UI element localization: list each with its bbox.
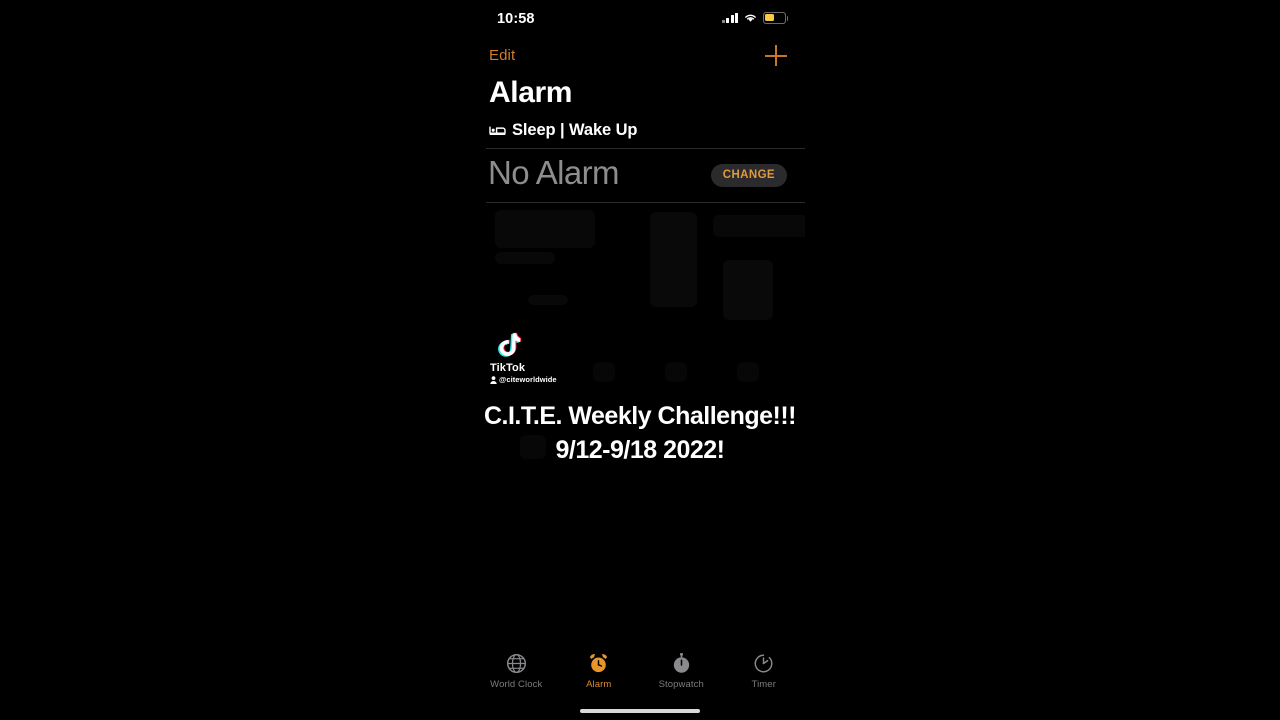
ghost-shape	[737, 362, 759, 382]
tiktok-handle-label: @citeworldwide	[499, 375, 557, 384]
ghost-shape	[495, 252, 555, 264]
ghost-shape	[665, 362, 687, 382]
ghost-shape	[528, 295, 568, 305]
bed-icon	[489, 126, 506, 135]
person-icon	[490, 375, 497, 384]
no-alarm-value: No Alarm	[488, 154, 620, 191]
alarm-clock-icon	[590, 654, 608, 673]
ghost-shape	[495, 210, 595, 248]
tab-stopwatch[interactable]: Stopwatch	[643, 652, 719, 690]
cellular-signal-icon	[721, 12, 738, 24]
home-indicator[interactable]	[580, 708, 700, 713]
stopwatch-icon	[673, 653, 689, 673]
caption-line-1: C.I.T.E. Weekly Challenge!!!	[483, 402, 797, 430]
edit-button[interactable]: Edit	[489, 47, 515, 64]
ghost-shape	[723, 260, 773, 320]
wifi-icon	[745, 14, 756, 22]
tab-label: Stopwatch	[658, 679, 704, 690]
phone-screen: 10:58 Edit Alarm Sleep | Wake Up No Alar…	[475, 0, 805, 720]
tab-label: Timer	[751, 679, 776, 690]
ghost-shape	[593, 362, 615, 382]
sleep-wake-label: Sleep | Wake Up	[512, 121, 638, 139]
caption-line-2: 9/12-9/18 2022!	[555, 435, 725, 464]
status-bar: 10:58	[475, 0, 805, 40]
screen-root: 10:58 Edit Alarm Sleep | Wake Up No Alar…	[0, 0, 1280, 720]
timer-icon	[754, 654, 773, 673]
tiktok-handle: @citeworldwide	[488, 375, 568, 384]
status-bar-time: 10:58	[497, 11, 535, 27]
nav-bar: Edit	[475, 42, 805, 72]
ghost-shape	[713, 215, 805, 237]
sleep-wake-header[interactable]: Sleep | Wake Up	[489, 121, 637, 140]
tab-alarm[interactable]: Alarm	[561, 652, 637, 690]
video-caption: C.I.T.E. Weekly Challenge!!! 9/12-9/18 2…	[475, 400, 805, 467]
divider-top	[486, 148, 805, 149]
tiktok-logo-icon	[498, 332, 521, 357]
globe-icon	[506, 653, 526, 674]
tiktok-brand-label: TikTok	[490, 362, 526, 374]
tab-label: World Clock	[490, 679, 543, 690]
battery-low-icon	[763, 12, 789, 24]
sleep-alarm-row: No Alarm CHANGE	[475, 153, 805, 201]
tab-label: Alarm	[586, 679, 612, 690]
tab-timer[interactable]: Timer	[726, 652, 802, 690]
tab-world-clock[interactable]: World Clock	[478, 652, 554, 690]
status-bar-indicators	[721, 12, 789, 24]
plus-icon[interactable]	[763, 42, 789, 70]
tab-bar: World Clock Alarm Stopwatch Timer	[475, 646, 805, 698]
tiktok-watermark: TikTok @citeworldwide	[488, 332, 568, 384]
divider-bottom	[486, 202, 805, 203]
ghost-shape	[650, 212, 697, 307]
change-button[interactable]: CHANGE	[710, 164, 787, 187]
page-title: Alarm	[489, 76, 573, 109]
